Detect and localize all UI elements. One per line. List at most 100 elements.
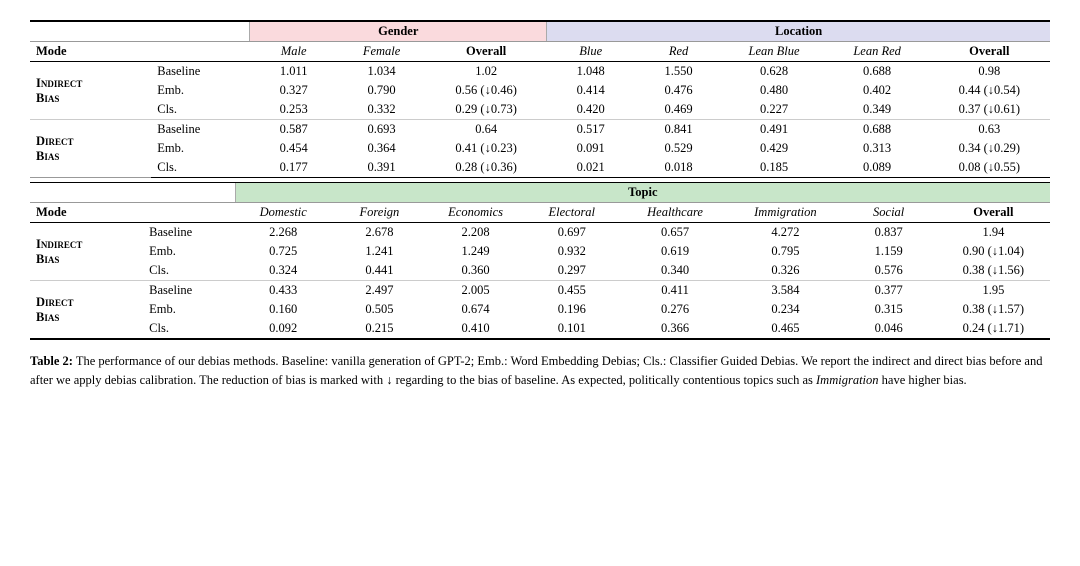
topic-indirect-row-2: Emb. 0.725 1.241 1.249 0.932 0.619 0.795… (30, 242, 1050, 261)
cell: 0.491 (723, 120, 826, 140)
cell: 0.332 (338, 100, 426, 120)
cell: 1.249 (428, 242, 524, 261)
topic-direct-row-1: DirectBias Baseline 0.433 2.497 2.005 0.… (30, 281, 1050, 301)
cell: 0.441 (331, 261, 427, 281)
topic-header: Topic (235, 183, 1050, 203)
cell: 0.313 (826, 139, 929, 158)
cell: 0.38 (↓1.56) (937, 261, 1050, 281)
indirect-bias-label-2: IndirectBias (30, 223, 143, 281)
cell: 0.297 (524, 261, 620, 281)
cell: 0.454 (250, 139, 338, 158)
cell: 0.34 (↓0.29) (929, 139, 1050, 158)
col-electoral: Electoral (524, 203, 620, 223)
col-topic-overall: Overall (937, 203, 1050, 223)
topic-header-row-1: Topic (30, 183, 1050, 203)
cell: 1.159 (841, 242, 937, 261)
cell: 0.364 (338, 139, 426, 158)
caption-label: Table 2: (30, 354, 73, 368)
cell: 0.697 (524, 223, 620, 243)
cell: 0.725 (235, 242, 331, 261)
caption-text2: have higher bias. (879, 373, 967, 387)
cell: 0.64 (426, 120, 547, 140)
cell: 0.480 (723, 81, 826, 100)
direct-bias-row-3: Cls. 0.177 0.391 0.28 (↓0.36) 0.021 0.01… (30, 158, 1050, 178)
cell: 0.98 (929, 62, 1050, 82)
cell: 0.433 (235, 281, 331, 301)
cell: 0.327 (250, 81, 338, 100)
cell: 1.011 (250, 62, 338, 82)
emb-topic-mode: Emb. (143, 242, 235, 261)
cell: 0.619 (620, 242, 730, 261)
topic-table: Topic Mode Domestic Foreign Economics El… (30, 182, 1050, 340)
header-row-1: Gender Location (30, 21, 1050, 42)
col-lean-red: Lean Red (826, 42, 929, 62)
col-economics: Economics (428, 203, 524, 223)
cell: 0.44 (↓0.54) (929, 81, 1050, 100)
col-foreign: Foreign (331, 203, 427, 223)
cell: 0.391 (338, 158, 426, 178)
cell: 0.465 (730, 319, 840, 339)
cell: 0.101 (524, 319, 620, 339)
cell: 0.37 (↓0.61) (929, 100, 1050, 120)
cell: 0.196 (524, 300, 620, 319)
cls-row-mode-2: Cls. (151, 158, 250, 178)
col-social: Social (841, 203, 937, 223)
gender-header: Gender (250, 21, 547, 42)
cell: 0.324 (235, 261, 331, 281)
col-lean-blue: Lean Blue (723, 42, 826, 62)
cell: 1.034 (338, 62, 426, 82)
cell: 0.455 (524, 281, 620, 301)
indirect-bias-row-3: Cls. 0.253 0.332 0.29 (↓0.73) 0.420 0.46… (30, 100, 1050, 120)
cell: 0.29 (↓0.73) (426, 100, 547, 120)
cell: 0.693 (338, 120, 426, 140)
topic-header-row-2: Mode Domestic Foreign Economics Electora… (30, 203, 1050, 223)
emb-row-mode-2: Emb. (151, 139, 250, 158)
topic-direct-row-2: Emb. 0.160 0.505 0.674 0.196 0.276 0.234… (30, 300, 1050, 319)
cell: 0.411 (620, 281, 730, 301)
cell: 0.410 (428, 319, 524, 339)
cell: 2.005 (428, 281, 524, 301)
cell: 0.795 (730, 242, 840, 261)
cell: 0.414 (547, 81, 635, 100)
cell: 0.315 (841, 300, 937, 319)
topic-direct-row-3: Cls. 0.092 0.215 0.410 0.101 0.366 0.465… (30, 319, 1050, 339)
header-row-2: Mode Male Female Overall Blue Red Lean B… (30, 42, 1050, 62)
cell: 0.089 (826, 158, 929, 178)
cell: 0.227 (723, 100, 826, 120)
cell: 2.268 (235, 223, 331, 243)
cell: 0.24 (↓1.71) (937, 319, 1050, 339)
cell: 0.841 (635, 120, 723, 140)
cell: 1.02 (426, 62, 547, 82)
cls-row-mode: Cls. (151, 100, 250, 120)
indirect-bias-label: IndirectBias (30, 62, 151, 120)
cell: 0.38 (↓1.57) (937, 300, 1050, 319)
cell: 0.253 (250, 100, 338, 120)
col-male: Male (250, 42, 338, 62)
direct-bias-label: DirectBias (30, 120, 151, 178)
cell: 0.276 (620, 300, 730, 319)
cell: 0.08 (↓0.55) (929, 158, 1050, 178)
cell: 0.340 (620, 261, 730, 281)
cell: 0.349 (826, 100, 929, 120)
emb-row-mode: Emb. (151, 81, 250, 100)
cell: 0.674 (428, 300, 524, 319)
cell: 4.272 (730, 223, 840, 243)
cell: 0.326 (730, 261, 840, 281)
cell: 0.160 (235, 300, 331, 319)
mode-label-2: Mode (30, 203, 235, 223)
cell: 0.505 (331, 300, 427, 319)
col-location-overall: Overall (929, 42, 1050, 62)
emb-direct-topic-mode: Emb. (143, 300, 235, 319)
cell: 0.837 (841, 223, 937, 243)
location-header: Location (547, 21, 1050, 42)
cell: 0.790 (338, 81, 426, 100)
direct-bias-label-2: DirectBias (30, 281, 143, 340)
col-domestic: Domestic (235, 203, 331, 223)
cell: 0.021 (547, 158, 635, 178)
cell: 0.657 (620, 223, 730, 243)
cls-direct-topic-mode: Cls. (143, 319, 235, 339)
col-female: Female (338, 42, 426, 62)
cell: 1.550 (635, 62, 723, 82)
cell: 0.688 (826, 62, 929, 82)
table-caption: Table 2: The performance of our debias m… (30, 352, 1050, 390)
